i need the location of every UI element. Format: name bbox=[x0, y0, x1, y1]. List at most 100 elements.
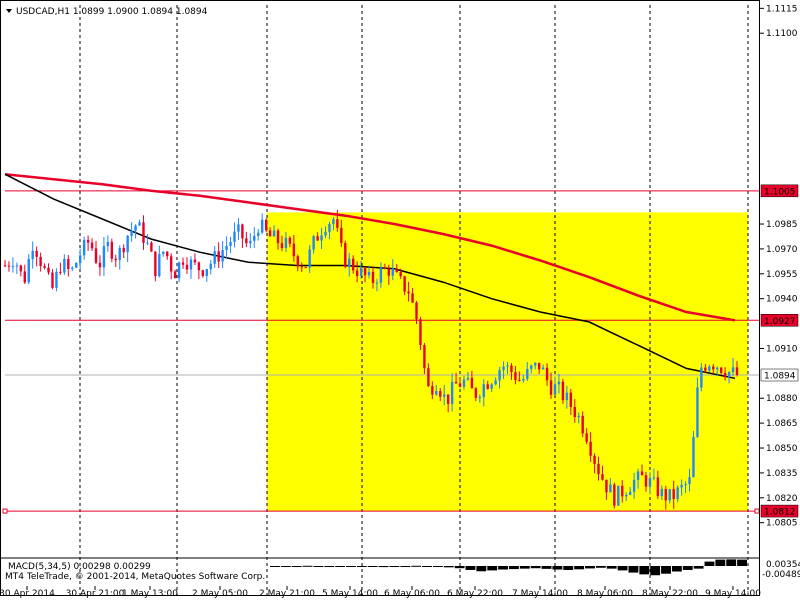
candle-body bbox=[328, 223, 331, 232]
candle-body bbox=[506, 365, 509, 367]
candle-body bbox=[708, 366, 711, 371]
candle-body bbox=[383, 267, 387, 269]
candle-body bbox=[510, 365, 513, 373]
candle-body bbox=[696, 387, 699, 437]
candle-body bbox=[276, 230, 280, 244]
candle bbox=[264, 218, 268, 233]
macd-bar bbox=[617, 566, 628, 571]
candle-body bbox=[193, 259, 197, 263]
price-label: 1.0927 bbox=[760, 314, 799, 327]
macd-bar bbox=[595, 566, 606, 568]
y-tick-label: 1.0985 bbox=[766, 220, 798, 230]
candle-body bbox=[648, 477, 652, 487]
macd-bar bbox=[650, 566, 661, 576]
candle-body bbox=[581, 415, 584, 434]
candle-body bbox=[549, 380, 553, 395]
candle-body bbox=[478, 397, 482, 399]
chart-title-group[interactable]: USDCAD,H1 1.0899 1.0900 1.0894 1.0894 bbox=[6, 7, 208, 17]
candle-body bbox=[197, 262, 201, 271]
macd-bar bbox=[628, 566, 639, 573]
candle-body bbox=[502, 366, 505, 371]
macd-bar bbox=[454, 566, 465, 569]
macd-bar bbox=[367, 566, 378, 567]
candle-body bbox=[209, 263, 212, 270]
candle-body bbox=[126, 235, 129, 253]
candle-body bbox=[363, 268, 367, 276]
candle-body bbox=[375, 282, 379, 284]
candle-body bbox=[114, 258, 117, 261]
candle-body bbox=[138, 222, 141, 226]
x-tick-label: 8 May 22:00 bbox=[642, 589, 698, 599]
candle-body bbox=[664, 488, 667, 501]
candle-body bbox=[605, 479, 608, 493]
macd-bar bbox=[270, 566, 280, 567]
candle-body bbox=[237, 224, 240, 232]
candle-body bbox=[336, 219, 339, 228]
candle-body bbox=[672, 489, 675, 500]
macd-bar bbox=[737, 559, 747, 566]
candle-body bbox=[292, 243, 296, 257]
candle-body bbox=[553, 384, 557, 395]
price-label-text: 1.1005 bbox=[764, 187, 796, 197]
candle-body bbox=[379, 267, 383, 283]
price-label-text: 1.0894 bbox=[764, 372, 796, 382]
candle-body bbox=[411, 293, 414, 303]
macd-tick-label: -0.00489 bbox=[762, 570, 800, 580]
candle-body bbox=[260, 219, 264, 233]
x-tick-label: 1 May 13:00 bbox=[122, 589, 178, 599]
candle-body bbox=[712, 366, 715, 370]
candle-body bbox=[640, 471, 644, 476]
candle-body bbox=[320, 235, 323, 241]
macd-bar bbox=[443, 566, 454, 568]
y-tick-label: 1.0865 bbox=[766, 419, 798, 429]
candle-body bbox=[78, 255, 82, 263]
candle-body bbox=[173, 271, 177, 279]
y-tick-label: 1.0955 bbox=[766, 270, 798, 280]
candle-body bbox=[474, 388, 478, 398]
candle-body bbox=[617, 485, 620, 506]
candle-body bbox=[621, 485, 624, 497]
candle-body bbox=[668, 489, 671, 501]
x-tick-label: 8 May 06:00 bbox=[577, 589, 633, 599]
price-label: 1.0894 bbox=[760, 368, 799, 382]
candle-body bbox=[482, 384, 485, 398]
y-tick-label: 1.1100 bbox=[766, 29, 798, 39]
x-tick-label: 7 May 14:00 bbox=[512, 589, 568, 599]
candle-body bbox=[51, 272, 54, 288]
macd-bar bbox=[422, 566, 432, 567]
candle-body bbox=[557, 381, 561, 385]
candle-body bbox=[284, 237, 288, 249]
price-label-text: 1.0927 bbox=[764, 317, 796, 327]
candle-body bbox=[407, 291, 410, 294]
candle-body bbox=[573, 406, 576, 418]
price-chart[interactable]: 1.1115 1.1100 1.0985 1.0970 1.0955 1.0940 1.09… bbox=[0, 0, 800, 600]
macd-bar bbox=[552, 566, 563, 570]
candle-body bbox=[561, 381, 565, 401]
y-tick-label: 1.1115 bbox=[766, 4, 798, 14]
candle-body bbox=[27, 259, 30, 283]
candle-body bbox=[427, 368, 430, 387]
candle-body bbox=[518, 380, 521, 382]
candle-body bbox=[233, 231, 236, 242]
candle-body bbox=[522, 379, 525, 381]
candle bbox=[617, 485, 620, 506]
macd-bar bbox=[498, 566, 508, 570]
x-tick-label: 2 May 05:00 bbox=[192, 589, 248, 599]
candle-body bbox=[177, 262, 181, 279]
candle-body bbox=[7, 265, 11, 267]
highlight-zone bbox=[267, 212, 748, 512]
candle-body bbox=[454, 381, 458, 384]
price-label: 1.1005 bbox=[760, 184, 799, 197]
macd-bar bbox=[389, 566, 400, 567]
macd-bar bbox=[476, 566, 487, 572]
price-label-text: 1.0812 bbox=[764, 508, 796, 518]
candle-body bbox=[439, 391, 442, 397]
candle-body bbox=[656, 477, 660, 497]
y-tick-label: 1.0820 bbox=[766, 494, 798, 504]
candle-body bbox=[15, 265, 19, 267]
candle-body bbox=[723, 373, 727, 378]
macd-bar bbox=[541, 566, 552, 569]
candle-body bbox=[249, 240, 252, 244]
candle-body bbox=[272, 230, 276, 237]
candle-body bbox=[545, 367, 549, 381]
